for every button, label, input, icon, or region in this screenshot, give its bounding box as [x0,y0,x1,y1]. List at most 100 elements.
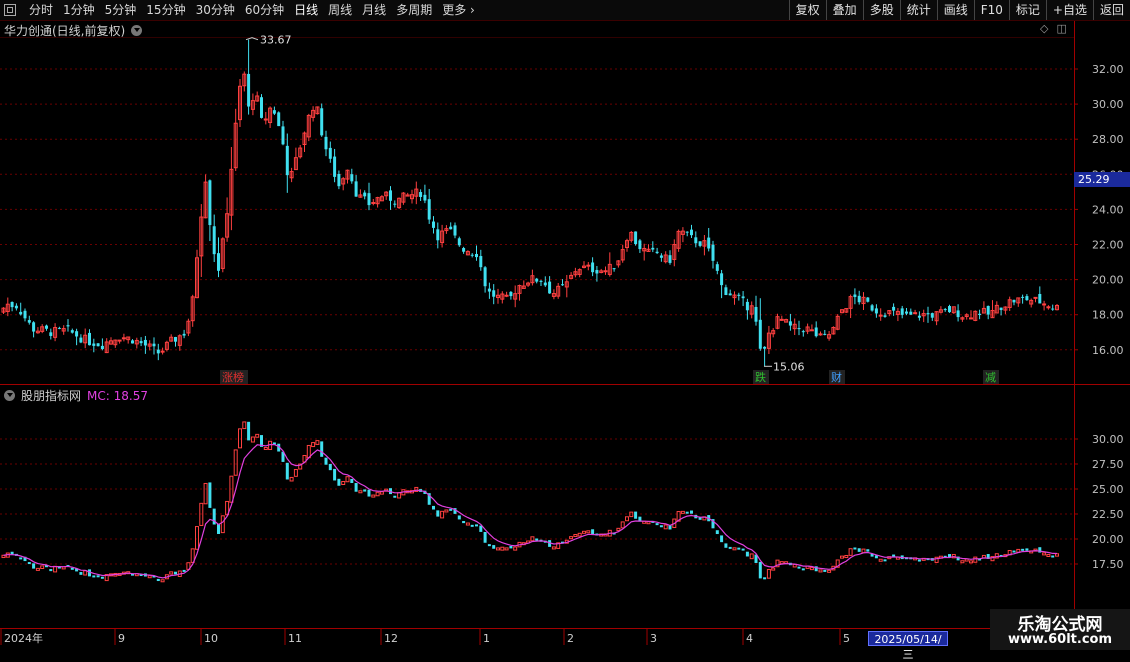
y-tick-label: 27.50 [1092,458,1124,471]
candle-down [659,255,663,258]
indicator-bar-up [861,548,866,554]
candle-down [651,247,655,250]
dropdown-icon[interactable] [4,390,15,401]
candle-up [818,333,823,336]
marker-label: 财 [831,370,842,384]
candle-down [668,255,672,263]
x-tick-label: 3 [650,632,657,645]
y-tick-label: 30.00 [1092,98,1124,111]
candle-down [79,337,83,343]
candle-down [92,343,96,346]
x-tick-label: 2024年 [4,631,43,645]
candle-down [930,313,934,318]
candle-down [763,346,767,349]
indicator-bar-down [208,482,212,508]
candle-up [1033,296,1038,299]
dropdown-icon[interactable] [131,25,143,36]
kline-chart[interactable]: 32.0030.0028.0026.0024.0022.0020.0018.00… [0,0,1130,650]
indicator-bar-up [160,579,165,583]
x-tick-label: 9 [118,632,125,645]
candle-down [745,301,749,311]
indicator-bar-up [973,556,978,563]
y-tick-label: 30.00 [1092,433,1124,446]
candle-down [492,290,496,297]
indicator-bar-up [379,491,384,495]
candle-down [156,349,160,354]
indicator-bar-up [749,553,754,560]
indicator-bar-up [848,548,853,556]
candle-down [685,231,689,233]
indicator-bar-up [40,565,45,570]
indicator-bar-up [440,510,445,519]
indicator-bar-up [444,509,449,513]
panel-toggle-icon[interactable]: ◫ [1056,22,1066,35]
indicator-name: 股朋指标网 [21,389,82,403]
candle-down [694,237,698,244]
indicator-bar-down [96,575,100,578]
candle-down [539,280,543,282]
candle-down [208,180,212,226]
candle-down [483,267,487,287]
indicator-bar-up [732,547,737,551]
candle-up [913,312,918,315]
candle-down [100,345,104,350]
indicator-bar-down [27,562,31,565]
candle-down [57,327,61,329]
indicator-bar-up [242,421,247,430]
indicator-bar-down [655,523,659,526]
candle-up [371,201,376,204]
indicator-bar-up [573,534,578,538]
candle-down [866,297,870,302]
indicator-bar-up [465,522,470,526]
indicator-bar-up [586,530,591,534]
indicator-bar-down [741,548,745,551]
candle-down [707,237,711,249]
indicator-bar-down [797,566,801,569]
y-tick-label: 17.50 [1092,558,1124,571]
diamond-icon[interactable]: ◇ [1040,22,1048,35]
candle-down [143,339,147,346]
x-tick-label: 1 [483,632,490,645]
x-tick-label: 5 [843,632,850,645]
indicator-bar-down [487,544,491,547]
indicator-bar-up [827,569,832,573]
indicator-bar-up [169,571,174,575]
candle-up [586,264,591,267]
indicator-bar-down [690,510,693,514]
indicator-bar-up [530,536,535,542]
indicator-bar-down [363,489,367,492]
candle-down [724,287,728,296]
indicator-bar-up [646,521,651,525]
indicator-bar-down [182,569,186,572]
candle-down [45,325,48,329]
candle-up [809,329,814,332]
indicator-bar-down [19,557,23,560]
candle-down [1025,296,1029,301]
indicator-bar-up [255,433,260,438]
panel-controls: ◇ ◫ [1040,22,1067,35]
candle-down [711,244,715,261]
indicator-bar-down [32,563,36,569]
mc-value: MC: 18.57 [87,388,148,403]
indicator-bar-down [432,505,435,510]
candle-down [389,190,392,201]
candle-down [655,251,659,254]
indicator-bar-down [823,569,827,572]
indicator-bar-down [866,549,870,552]
candle-down [49,332,53,336]
x-tick-label: 10 [204,632,218,645]
indicator-bar-up [315,440,320,445]
candle-down [470,254,474,256]
indicator-bar-up [663,524,668,530]
x-tick-label: 4 [746,632,753,645]
candle-down [638,240,642,250]
candle-up [1042,303,1047,306]
indicator-bar-down [367,489,371,497]
indicator-bar-down [449,508,453,511]
indicator-bar-up [397,492,402,499]
y-tick-label: 22.50 [1092,508,1124,521]
candle-down [479,256,483,268]
candle-down [96,343,100,347]
indicator-bar-down [883,559,887,562]
indicator-bar-up [195,526,199,550]
